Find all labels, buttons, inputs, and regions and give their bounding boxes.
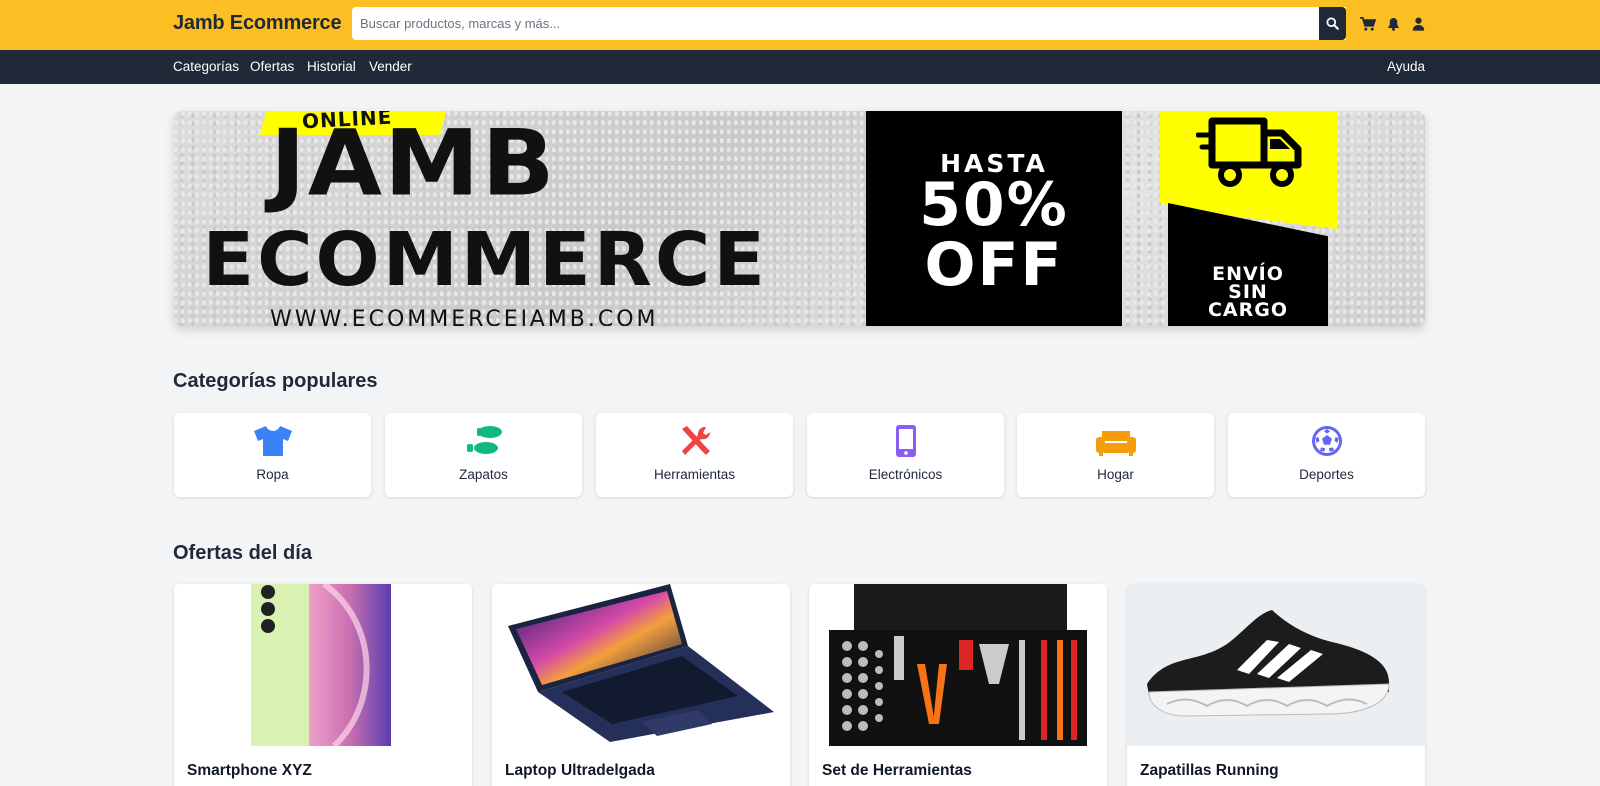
category-label: Deportes [1299, 467, 1354, 482]
cart-button[interactable] [1359, 15, 1377, 33]
couch-icon [1095, 431, 1136, 456]
truck-icon [1196, 117, 1302, 187]
futbol-icon [1311, 426, 1342, 456]
deals-title: Ofertas del día [173, 542, 312, 564]
product-image [1127, 584, 1425, 746]
notifications-button[interactable] [1384, 15, 1402, 33]
product-title: Zapatillas Running [1140, 762, 1279, 779]
user-icon [1412, 17, 1424, 31]
search-input[interactable] [352, 7, 1346, 40]
banner-off: OFF [924, 230, 1064, 300]
nav-vender[interactable]: Vender [369, 59, 412, 74]
product-image [492, 584, 790, 746]
product-card-smartphone[interactable]: Smartphone XYZ [174, 584, 472, 786]
search-button[interactable] [1319, 7, 1346, 40]
product-title: Laptop Ultradelgada [505, 762, 655, 779]
search-icon [1326, 17, 1339, 30]
shirt-icon [253, 426, 292, 456]
categories-title: Categorías populares [173, 370, 378, 392]
main-nav: Categorías Ofertas Historial Vender Ayud… [0, 50, 1600, 84]
account-button[interactable] [1409, 15, 1427, 33]
shipping-line-3: CARGO [1207, 299, 1289, 321]
category-label: Herramientas [653, 467, 736, 482]
banner-title-ecommerce: ECOMMERCE [202, 217, 768, 303]
category-deportes[interactable]: Deportes [1228, 413, 1425, 497]
top-header: Jamb Ecommerce [0, 0, 1600, 50]
product-title: Set de Herramientas [822, 762, 972, 779]
category-label: Hogar [1097, 467, 1134, 482]
bell-icon [1387, 18, 1399, 31]
banner-percent: 50% [919, 170, 1069, 240]
product-card-laptop[interactable]: Laptop Ultradelgada [492, 584, 790, 786]
mobile-icon [895, 425, 916, 457]
banner-title-jamb: JAMB [270, 111, 557, 217]
category-label: Electrónicos [868, 467, 943, 482]
brand-logo[interactable]: Jamb Ecommerce [173, 12, 342, 35]
cart-icon [1360, 17, 1376, 31]
nav-historial[interactable]: Historial [307, 59, 356, 74]
product-card-toolset[interactable]: Set de Herramientas [809, 584, 1107, 786]
banner-discount-panel: HASTA 50% OFF [866, 111, 1122, 326]
hero-banner[interactable]: ONLINE JAMB ECOMMERCE WWW.ECOMMERCEJAMB.… [174, 111, 1425, 326]
product-image [174, 584, 472, 746]
category-label: Ropa [256, 467, 289, 482]
product-image [809, 584, 1107, 746]
category-hogar[interactable]: Hogar [1017, 413, 1214, 497]
nav-ofertas[interactable]: Ofertas [250, 59, 294, 74]
nav-categorias[interactable]: Categorías [173, 59, 239, 74]
tools-icon [681, 426, 710, 455]
banner-url: WWW.ECOMMERCEJAMB.COM [270, 307, 659, 326]
category-label: Zapatos [459, 467, 508, 482]
shoe-prints-icon [466, 426, 502, 454]
category-ropa[interactable]: Ropa [174, 413, 371, 497]
category-herramientas[interactable]: Herramientas [596, 413, 793, 497]
category-electronicos[interactable]: Electrónicos [807, 413, 1004, 497]
category-zapatos[interactable]: Zapatos [385, 413, 582, 497]
product-card-sneakers[interactable]: Zapatillas Running [1127, 584, 1425, 786]
product-title: Smartphone XYZ [187, 762, 312, 779]
nav-ayuda[interactable]: Ayuda [1387, 59, 1425, 74]
